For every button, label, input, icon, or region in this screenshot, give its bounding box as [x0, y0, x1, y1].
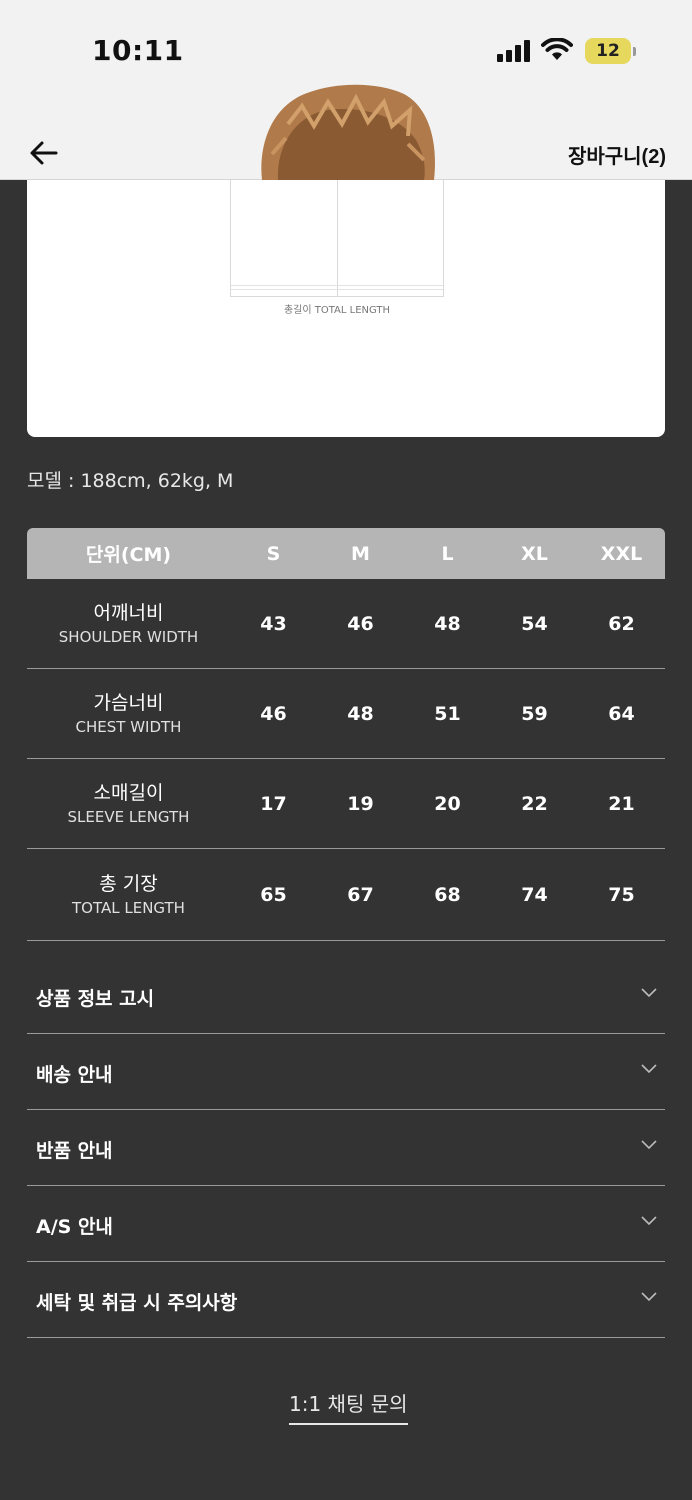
accordion-item-care[interactable]: 세탁 및 취급 시 주의사항 — [27, 1262, 665, 1338]
table-cell: 48 — [434, 612, 461, 635]
row-label-ko: 어깨너비 — [93, 601, 164, 624]
table-cell: 22 — [521, 792, 548, 815]
row-label-ko: 총 기장 — [99, 872, 158, 895]
chevron-down-icon — [641, 1216, 657, 1226]
table-row-sleeve: 소매길이 SLEEVE LENGTH 17 19 20 22 21 — [27, 759, 665, 849]
column-header-unit: 단위(CM) — [85, 544, 172, 566]
table-cell: 68 — [434, 883, 461, 906]
model-info: 모델 : 188cm, 62kg, M — [27, 470, 234, 492]
chevron-down-icon — [641, 1140, 657, 1150]
table-row-total-length: 총 기장 TOTAL LENGTH 65 67 68 74 75 — [27, 849, 665, 941]
accordion-label: 배송 안내 — [36, 1064, 113, 1086]
model-photo-image — [261, 84, 435, 180]
table-cell: 20 — [434, 792, 461, 815]
accordion-item-returns[interactable]: 반품 안내 — [27, 1110, 665, 1186]
chat-inquiry-link[interactable]: 1:1 채팅 문의 — [289, 1388, 408, 1425]
accordion-item-as[interactable]: A/S 안내 — [27, 1186, 665, 1262]
row-label: 총 기장 TOTAL LENGTH — [27, 871, 230, 919]
back-arrow-icon[interactable] — [28, 138, 60, 168]
row-label-en: SHOULDER WIDTH — [58, 627, 199, 646]
row-label-en: SLEEVE LENGTH — [67, 807, 190, 826]
battery-icon: 12 — [585, 38, 631, 64]
table-header-row: 단위(CM) S M L XL XXL — [27, 528, 665, 579]
diagram-total-length-label: 총길이 TOTAL LENGTH — [283, 305, 391, 316]
table-cell: 21 — [608, 792, 635, 815]
column-header-xl: XL — [521, 542, 548, 565]
column-header-m: M — [351, 542, 370, 565]
status-time: 10:11 — [92, 34, 184, 67]
table-cell: 67 — [347, 883, 374, 906]
table-cell: 51 — [434, 702, 461, 725]
table-cell: 17 — [260, 792, 287, 815]
table-cell: 19 — [347, 792, 374, 815]
table-cell: 65 — [260, 883, 287, 906]
table-cell: 59 — [521, 702, 548, 725]
table-cell: 46 — [260, 702, 287, 725]
size-table: 단위(CM) S M L XL XXL 어깨너비 SHOULDER WIDTH … — [27, 528, 665, 941]
table-cell: 46 — [347, 612, 374, 635]
wifi-icon — [541, 38, 573, 60]
accordion-item-shipping[interactable]: 배송 안내 — [27, 1034, 665, 1110]
battery-cap — [633, 47, 636, 56]
accordion-label: 반품 안내 — [36, 1140, 113, 1162]
size-diagram-card: 총길이 TOTAL LENGTH — [27, 180, 665, 437]
info-accordion: 상품 정보 고시 배송 안내 반품 안내 A/S 안내 세탁 및 취급 시 주의… — [27, 958, 665, 1338]
accordion-item-product-notice[interactable]: 상품 정보 고시 — [27, 958, 665, 1034]
column-header-s: S — [266, 542, 281, 565]
battery-level: 12 — [596, 41, 620, 61]
row-label: 소매길이 SLEEVE LENGTH — [27, 780, 230, 828]
chevron-down-icon — [641, 1064, 657, 1074]
chevron-down-icon — [641, 988, 657, 998]
row-label-ko: 소매길이 — [93, 781, 164, 804]
chevron-down-icon — [641, 1292, 657, 1302]
accordion-label: A/S 안내 — [36, 1216, 113, 1238]
row-label: 가슴너비 CHEST WIDTH — [27, 690, 230, 738]
accordion-label: 상품 정보 고시 — [36, 988, 155, 1010]
row-label-ko: 가슴너비 — [93, 691, 164, 714]
table-cell: 48 — [347, 702, 374, 725]
table-cell: 64 — [608, 702, 635, 725]
table-cell: 74 — [521, 883, 548, 906]
column-header-xxl: XXL — [600, 542, 643, 565]
cart-button[interactable]: 장바구니(2) — [568, 140, 666, 169]
cellular-signal-icon — [497, 40, 531, 62]
row-label-en: CHEST WIDTH — [75, 717, 182, 736]
accordion-label: 세탁 및 취급 시 주의사항 — [36, 1292, 238, 1314]
table-cell: 62 — [608, 612, 635, 635]
table-row-shoulder: 어깨너비 SHOULDER WIDTH 43 46 48 54 62 — [27, 579, 665, 669]
table-cell: 75 — [608, 883, 635, 906]
garment-outline — [230, 180, 444, 297]
table-cell: 54 — [521, 612, 548, 635]
table-cell: 43 — [260, 612, 287, 635]
row-label-en: TOTAL LENGTH — [72, 898, 185, 917]
table-row-chest: 가슴너비 CHEST WIDTH 46 48 51 59 64 — [27, 669, 665, 759]
column-header-l: L — [441, 542, 454, 565]
row-label: 어깨너비 SHOULDER WIDTH — [27, 600, 230, 648]
